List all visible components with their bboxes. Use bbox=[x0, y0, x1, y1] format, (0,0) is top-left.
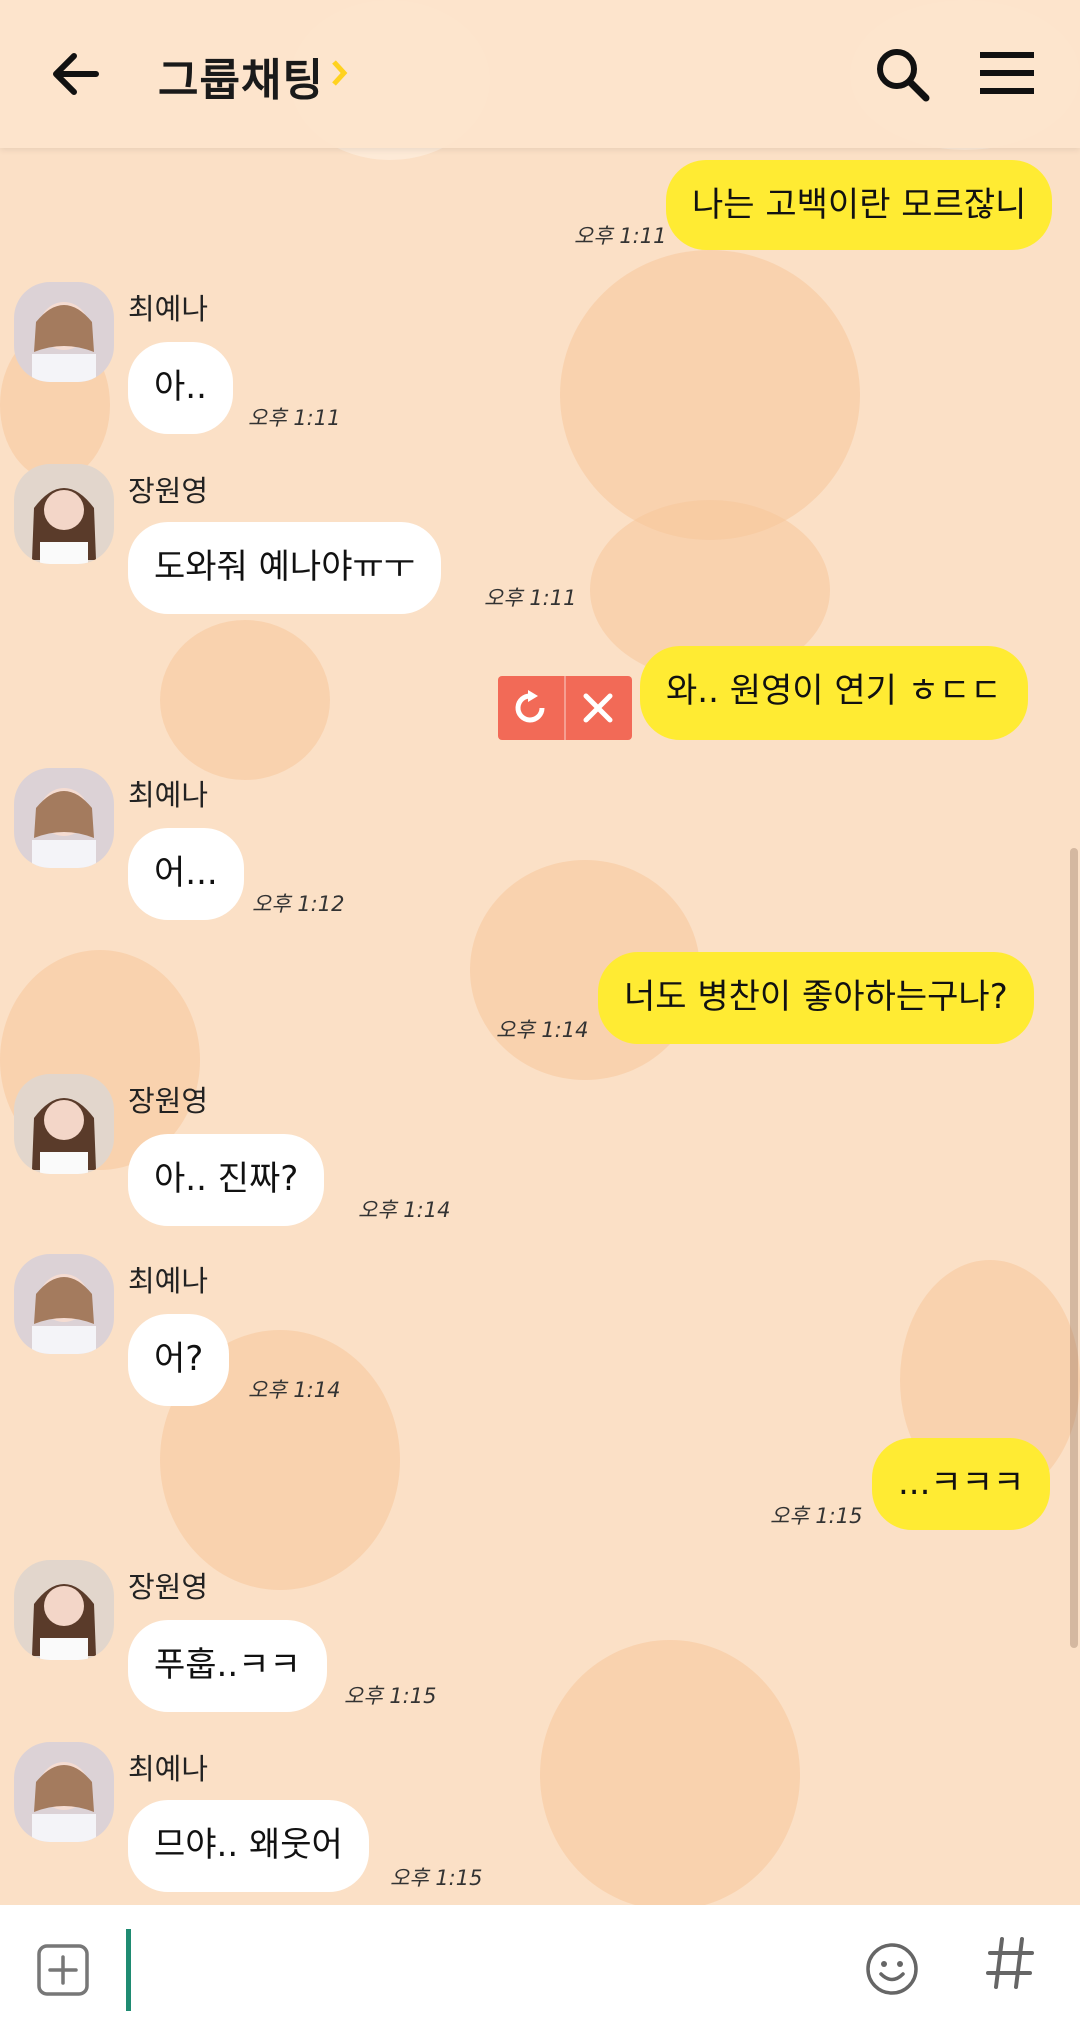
message-time: 오후 1:11 bbox=[574, 224, 667, 248]
message-time: 오후 1:15 bbox=[344, 1684, 437, 1708]
retry-icon[interactable] bbox=[512, 690, 550, 726]
avatar[interactable] bbox=[14, 464, 114, 564]
message-bubble[interactable]: 므야.. 왜웃어 bbox=[128, 1800, 369, 1892]
my-message-bubble[interactable]: 나는 고백이란 모르잖니 bbox=[666, 160, 1053, 250]
chat-title: 그룹채팅 bbox=[158, 55, 324, 106]
message-time: 오후 1:14 bbox=[496, 1018, 589, 1042]
scrollbar[interactable] bbox=[1070, 848, 1078, 1648]
message-input[interactable] bbox=[126, 1929, 131, 2011]
sender-name: 장원영 bbox=[128, 1084, 209, 1118]
failed-send-controls bbox=[498, 676, 632, 740]
message-time: 오후 1:11 bbox=[484, 586, 577, 610]
message-bubble[interactable]: 아.. bbox=[128, 342, 233, 434]
my-message-bubble[interactable]: ...ㅋㅋㅋ bbox=[872, 1438, 1051, 1530]
divider bbox=[564, 676, 566, 740]
my-message-bubble[interactable]: 너도 병찬이 좋아하는구나? bbox=[598, 952, 1034, 1044]
message-bubble[interactable]: 어... bbox=[128, 828, 244, 920]
sender-name: 최예나 bbox=[128, 1752, 209, 1786]
smiley-icon[interactable] bbox=[864, 1941, 920, 1997]
sender-name: 장원영 bbox=[128, 1570, 209, 1604]
message-time: 오후 1:14 bbox=[248, 1378, 341, 1402]
message-bubble[interactable]: 도와줘 예나야ㅠㅜ bbox=[128, 522, 442, 614]
avatar[interactable] bbox=[14, 1560, 114, 1660]
message-time: 오후 1:15 bbox=[770, 1504, 863, 1528]
message-time: 오후 1:12 bbox=[252, 892, 345, 916]
plus-square-icon[interactable] bbox=[36, 1943, 90, 1997]
sender-name: 최예나 bbox=[128, 292, 209, 326]
hash-icon[interactable] bbox=[984, 1933, 1036, 1993]
message-time: 오후 1:15 bbox=[390, 1866, 483, 1890]
message-time: 오후 1:14 bbox=[358, 1198, 451, 1222]
message-input-bar bbox=[0, 1905, 1080, 2031]
chat-header: 그룹채팅 bbox=[0, 0, 1080, 148]
avatar[interactable] bbox=[14, 282, 114, 382]
message-bubble[interactable]: 아.. 진짜? bbox=[128, 1134, 325, 1226]
message-bubble[interactable]: 푸훕..ㅋㅋ bbox=[128, 1620, 327, 1712]
avatar[interactable] bbox=[14, 1074, 114, 1174]
message-time: 오후 1:11 bbox=[248, 406, 341, 430]
arrow-left-icon[interactable] bbox=[44, 42, 108, 106]
hamburger-menu-icon[interactable] bbox=[980, 48, 1034, 98]
avatar[interactable] bbox=[14, 768, 114, 868]
my-message-bubble[interactable]: 와.. 원영이 연기 ㅎㄷㄷ bbox=[640, 646, 1028, 740]
sender-name: 최예나 bbox=[128, 1264, 209, 1298]
notification-dot-icon bbox=[332, 60, 348, 86]
avatar[interactable] bbox=[14, 1254, 114, 1354]
search-icon[interactable] bbox=[872, 44, 932, 104]
message-bubble[interactable]: 어? bbox=[128, 1314, 230, 1406]
avatar[interactable] bbox=[14, 1742, 114, 1842]
sender-name: 최예나 bbox=[128, 778, 209, 812]
sender-name: 장원영 bbox=[128, 474, 209, 508]
close-icon[interactable] bbox=[582, 692, 614, 724]
